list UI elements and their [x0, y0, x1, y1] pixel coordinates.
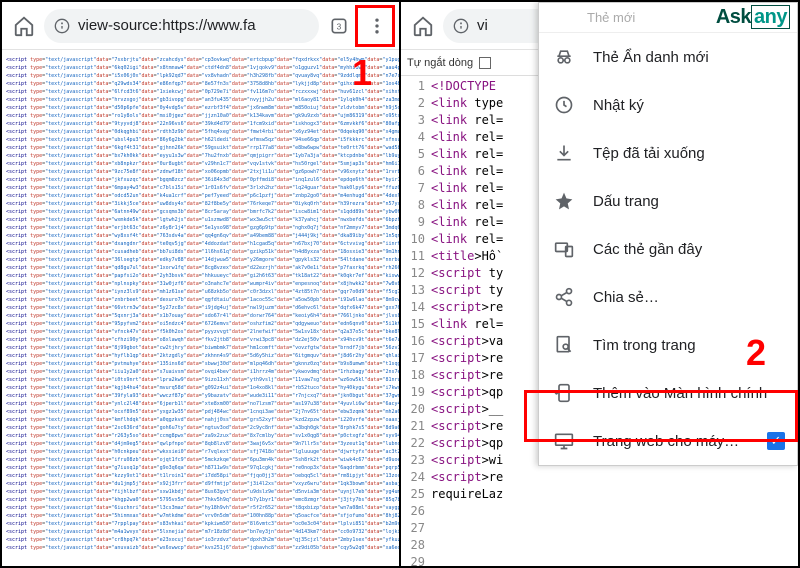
right-pane: vi Tự ngắt dòng 123456789101112131415161…	[401, 2, 798, 566]
devices-icon	[553, 238, 575, 260]
annotation-box-1	[355, 5, 395, 47]
source-view-left: <script type="text/javascript"data="7sxb…	[2, 50, 399, 566]
info-icon	[54, 18, 70, 34]
toolbar-left: view-source:https://www.fa 3	[2, 2, 399, 50]
menu-label: Dấu trang	[593, 193, 659, 210]
menu-item-recent-tabs[interactable]: Các thẻ gần đây	[539, 225, 797, 273]
askany-logo: Askany	[716, 6, 790, 29]
wrap-label: Tự ngắt dòng	[407, 57, 473, 69]
incognito-icon	[553, 46, 575, 68]
home-icon[interactable]	[6, 8, 42, 44]
menu-item-share[interactable]: Chia sẻ…	[539, 273, 797, 321]
info-icon	[453, 18, 469, 34]
line-gutter: 1234567891011121314151617181920212223242…	[401, 76, 431, 566]
star-icon	[553, 190, 575, 212]
url-text: vi	[477, 17, 488, 34]
annotation-number-1: 1	[352, 52, 372, 94]
menu-item-downloads[interactable]: Tệp đã tải xuống	[539, 129, 797, 177]
menu-label: Thẻ Ẩn danh mới	[593, 49, 709, 66]
annotation-number-2: 2	[746, 332, 766, 374]
tab-count-icon[interactable]: 3	[321, 8, 357, 44]
left-pane: view-source:https://www.fa 3 <script typ…	[2, 2, 401, 566]
url-text: view-source:https://www.fa	[78, 17, 256, 34]
url-bar[interactable]: view-source:https://www.fa	[44, 9, 319, 43]
menu-item-history[interactable]: Nhật ký	[539, 81, 797, 129]
screenshot-frame: view-source:https://www.fa 3 <script typ…	[0, 0, 800, 568]
menu-label: Các thẻ gần đây	[593, 241, 702, 258]
find-icon	[553, 334, 575, 356]
home-icon[interactable]	[405, 8, 441, 44]
annotation-box-2	[524, 390, 798, 442]
download-icon	[553, 142, 575, 164]
svg-text:3: 3	[337, 21, 342, 31]
menu-label: Tìm trong trang	[593, 337, 696, 354]
menu-item-bookmarks[interactable]: Dấu trang	[539, 177, 797, 225]
menu-label: Chia sẻ…	[593, 289, 659, 306]
menu-item-incognito[interactable]: Thẻ Ẩn danh mới	[539, 33, 797, 81]
history-icon	[553, 94, 575, 116]
share-icon	[553, 286, 575, 308]
wrap-checkbox[interactable]	[479, 57, 491, 69]
menu-label: Tệp đã tải xuống	[593, 145, 705, 162]
menu-label: Nhật ký	[593, 97, 644, 114]
